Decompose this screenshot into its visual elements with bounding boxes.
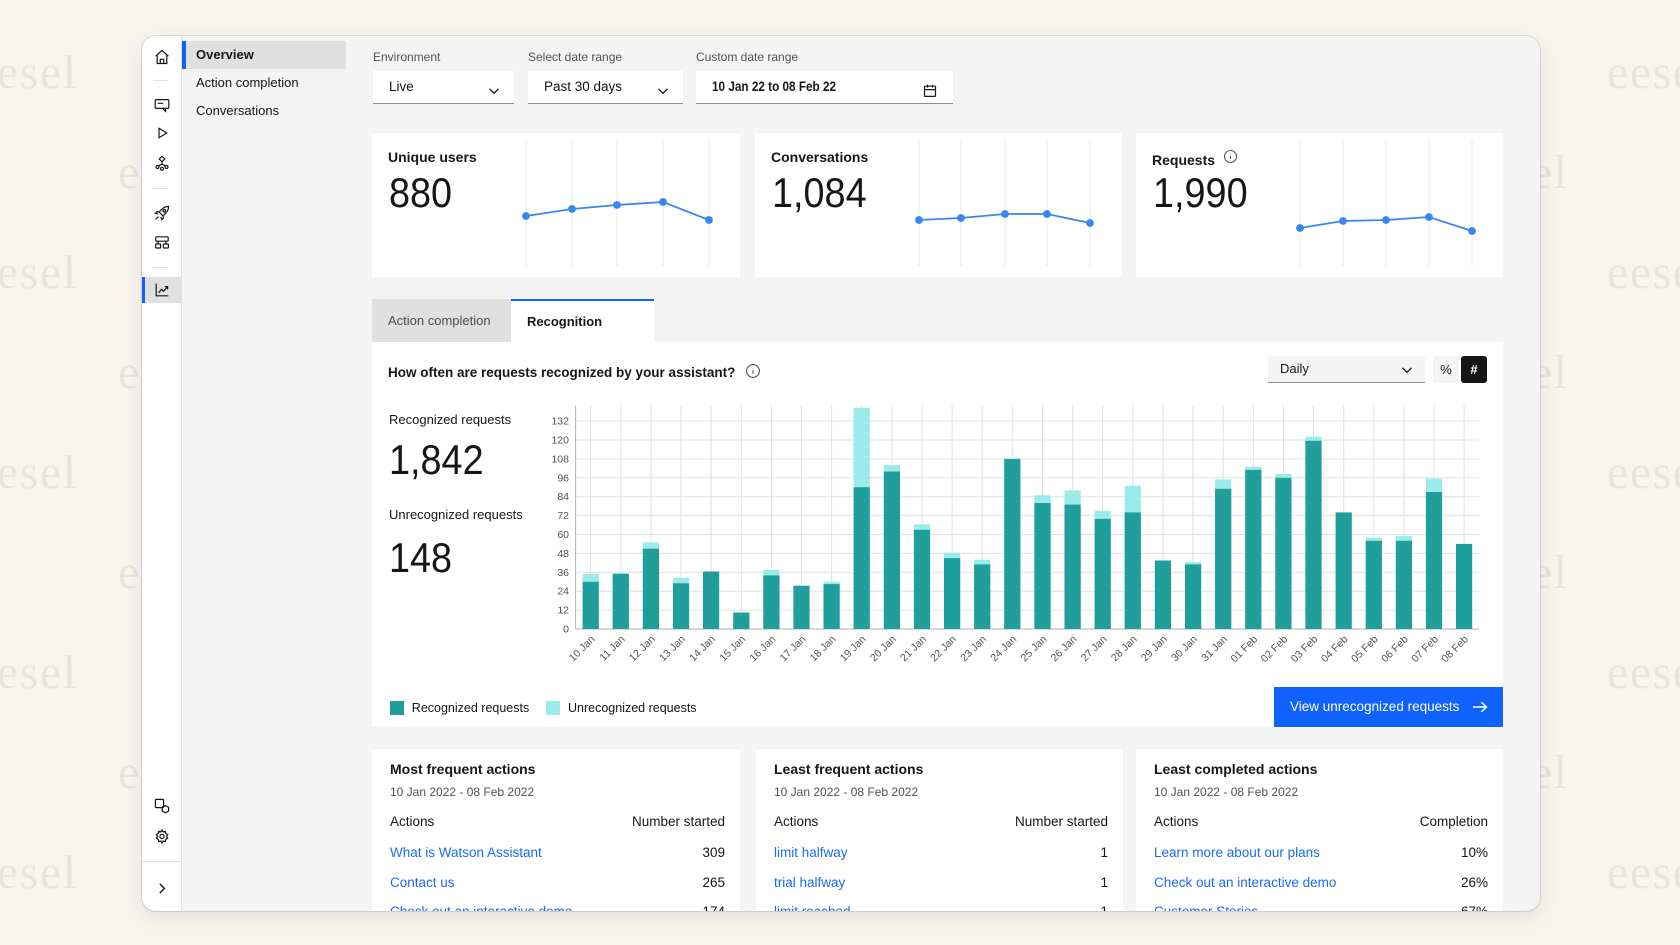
- svg-text:07 Feb: 07 Feb: [1409, 633, 1441, 665]
- svg-text:03 Feb: 03 Feb: [1289, 633, 1321, 665]
- svg-text:12 Jan: 12 Jan: [627, 633, 658, 664]
- svg-text:30 Jan: 30 Jan: [1169, 633, 1200, 664]
- svg-text:25 Jan: 25 Jan: [1019, 633, 1050, 664]
- svg-text:28 Jan: 28 Jan: [1109, 633, 1140, 664]
- svg-text:12: 12: [557, 605, 569, 617]
- svg-text:06 Feb: 06 Feb: [1379, 633, 1411, 665]
- svg-text:14 Jan: 14 Jan: [687, 633, 718, 664]
- svg-text:04 Feb: 04 Feb: [1319, 633, 1351, 665]
- svg-text:21 Jan: 21 Jan: [898, 633, 929, 664]
- svg-text:29 Jan: 29 Jan: [1139, 633, 1170, 664]
- svg-text:108: 108: [551, 453, 569, 465]
- svg-text:132: 132: [551, 416, 569, 428]
- svg-text:08 Feb: 08 Feb: [1439, 633, 1471, 665]
- svg-text:10 Jan: 10 Jan: [567, 633, 598, 664]
- svg-text:36: 36: [557, 567, 569, 579]
- svg-text:19 Jan: 19 Jan: [838, 633, 869, 664]
- svg-text:15 Jan: 15 Jan: [717, 633, 748, 664]
- svg-text:31 Jan: 31 Jan: [1199, 633, 1230, 664]
- svg-text:01 Feb: 01 Feb: [1229, 633, 1261, 665]
- svg-text:18 Jan: 18 Jan: [808, 633, 839, 664]
- svg-text:27 Jan: 27 Jan: [1079, 633, 1110, 664]
- svg-text:72: 72: [557, 510, 569, 522]
- svg-text:17 Jan: 17 Jan: [778, 633, 809, 664]
- svg-text:48: 48: [557, 548, 569, 560]
- svg-text:20 Jan: 20 Jan: [868, 633, 899, 664]
- svg-text:24: 24: [557, 586, 569, 598]
- svg-text:02 Feb: 02 Feb: [1259, 633, 1291, 665]
- svg-text:22 Jan: 22 Jan: [928, 633, 959, 664]
- svg-text:23 Jan: 23 Jan: [958, 633, 989, 664]
- svg-text:13 Jan: 13 Jan: [657, 633, 688, 664]
- svg-text:24 Jan: 24 Jan: [988, 633, 1019, 664]
- svg-text:26 Jan: 26 Jan: [1049, 633, 1080, 664]
- svg-text:16 Jan: 16 Jan: [747, 633, 778, 664]
- svg-text:11 Jan: 11 Jan: [597, 633, 627, 663]
- svg-text:96: 96: [557, 472, 569, 484]
- svg-text:84: 84: [557, 491, 569, 503]
- svg-text:60: 60: [557, 529, 569, 541]
- svg-text:0: 0: [563, 624, 569, 636]
- svg-text:120: 120: [551, 435, 569, 447]
- svg-text:05 Feb: 05 Feb: [1349, 633, 1381, 665]
